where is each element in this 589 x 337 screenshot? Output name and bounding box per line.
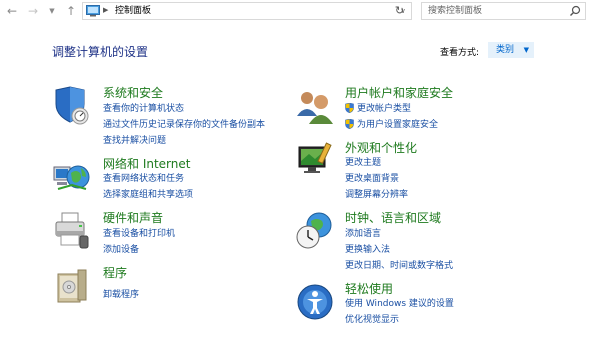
printer-icon[interactable]: [52, 211, 92, 251]
link-adjust-resolution[interactable]: 调整屏幕分辨率: [345, 189, 408, 201]
category-title-network[interactable]: 网络和 Internet: [103, 157, 190, 171]
forward-arrow-icon[interactable]: →: [26, 4, 40, 18]
link-devices-printers[interactable]: 查看设备和打印机: [103, 228, 175, 240]
page-title: 调整计算机的设置: [52, 45, 149, 59]
security-shield-icon[interactable]: [52, 86, 92, 126]
link-change-desktop-background[interactable]: 更改桌面背景: [345, 173, 399, 185]
up-arrow-icon[interactable]: ↑: [64, 4, 78, 18]
link-recommended-settings[interactable]: 使用 Windows 建议的设置: [345, 298, 454, 310]
search-placeholder: 搜索控制面板: [428, 6, 483, 16]
category-title-programs[interactable]: 程序: [103, 266, 127, 280]
view-by-dropdown[interactable]: 类别 ▼: [488, 42, 534, 58]
chevron-down-icon: ▼: [523, 46, 529, 54]
link-view-computer-status[interactable]: 查看你的计算机状态: [103, 103, 184, 115]
back-arrow-icon[interactable]: ←: [5, 4, 19, 18]
admin-shield-icon: [345, 103, 354, 113]
category-title-hardware[interactable]: 硬件和声音: [103, 211, 163, 225]
link-add-language[interactable]: 添加语言: [345, 228, 381, 240]
ease-of-access-icon[interactable]: [295, 282, 335, 322]
link-view-network-status[interactable]: 查看网络状态和任务: [103, 173, 184, 185]
clock-globe-icon[interactable]: [295, 211, 335, 251]
category-title-user-accounts[interactable]: 用户帐户和家庭安全: [345, 86, 453, 100]
link-change-account-type[interactable]: 更改帐户类型: [357, 103, 411, 115]
category-title-system-security[interactable]: 系统和安全: [103, 86, 163, 100]
category-title-appearance[interactable]: 外观和个性化: [345, 141, 417, 155]
search-icon[interactable]: [569, 5, 581, 17]
breadcrumb-control-panel[interactable]: 控制面板: [115, 5, 151, 17]
address-bar[interactable]: ▶ 控制面板 ∨: [82, 2, 412, 20]
link-homegroup-sharing[interactable]: 选择家庭组和共享选项: [103, 189, 193, 201]
view-by-label: 查看方式:: [440, 48, 480, 58]
search-input[interactable]: 搜索控制面板: [421, 2, 586, 20]
navigation-bar: ← → ▼ ↑ ▶ 控制面板 ∨ ↻ 搜索控制面板: [0, 0, 589, 24]
breadcrumb-separator-icon[interactable]: ▶: [103, 6, 108, 14]
control-panel-icon: [86, 5, 100, 17]
link-uninstall-program[interactable]: 卸载程序: [103, 289, 139, 301]
network-globe-icon[interactable]: [52, 157, 92, 197]
recent-locations-chevron-icon[interactable]: ▼: [45, 4, 59, 18]
appearance-monitor-icon[interactable]: [295, 141, 335, 181]
category-title-clock-region[interactable]: 时钟、语言和区域: [345, 211, 441, 225]
users-icon[interactable]: [295, 86, 335, 126]
link-troubleshoot[interactable]: 查找并解决问题: [103, 135, 166, 147]
category-title-ease-of-access[interactable]: 轻松使用: [345, 282, 393, 296]
link-family-safety[interactable]: 为用户设置家庭安全: [357, 119, 438, 131]
view-by-value: 类别: [496, 45, 515, 55]
link-change-date-time-format[interactable]: 更改日期、时间或数字格式: [345, 260, 453, 272]
admin-shield-icon: [345, 119, 354, 129]
programs-box-icon[interactable]: [52, 266, 92, 306]
link-change-input-method[interactable]: 更换输入法: [345, 244, 390, 256]
refresh-button[interactable]: ↻: [388, 2, 412, 20]
link-change-theme[interactable]: 更改主题: [345, 157, 381, 169]
refresh-icon: ↻: [394, 4, 405, 17]
link-optimize-visual-display[interactable]: 优化视觉显示: [345, 314, 399, 326]
link-file-history-backup[interactable]: 通过文件历史记录保存你的文件备份副本: [103, 119, 265, 131]
link-add-device[interactable]: 添加设备: [103, 244, 139, 256]
